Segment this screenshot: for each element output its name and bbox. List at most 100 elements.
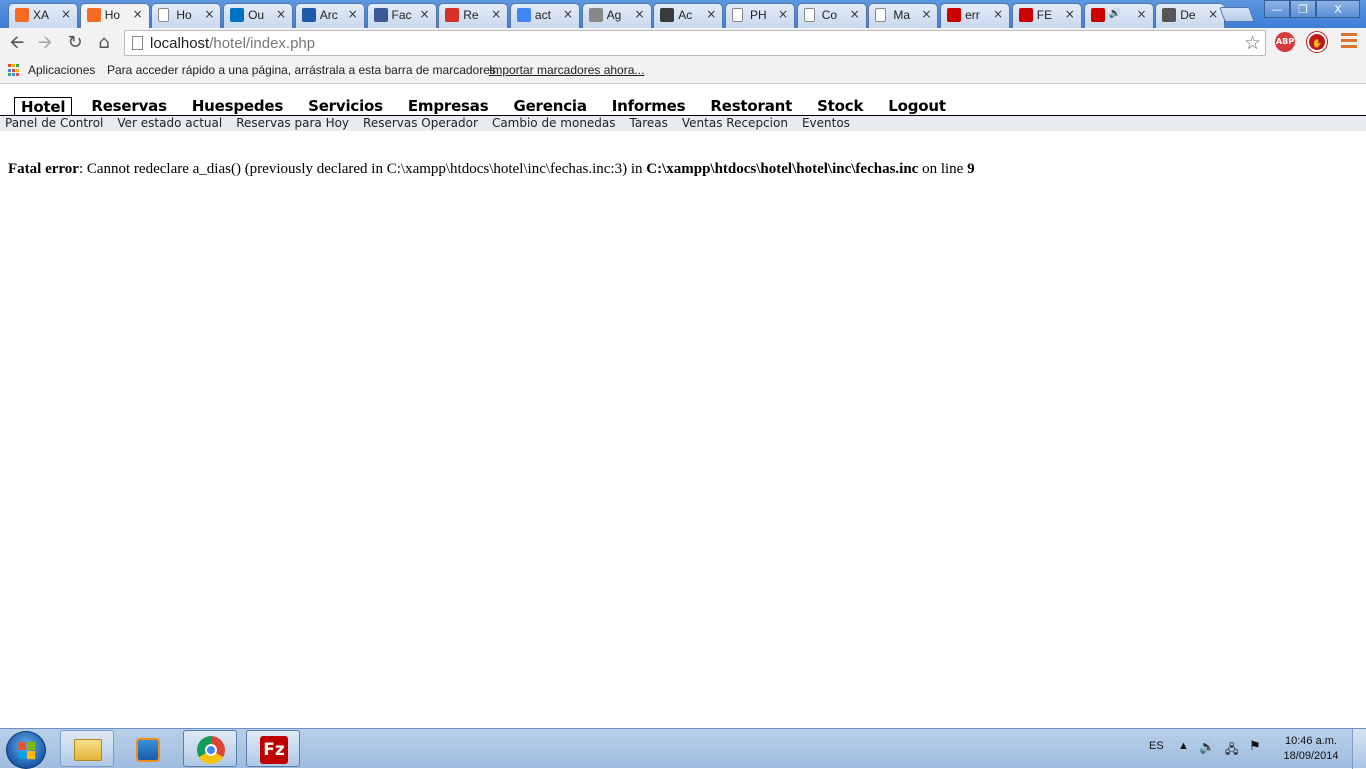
google-icon xyxy=(516,8,531,22)
tab-close-icon[interactable]: × xyxy=(563,7,573,21)
nav-item-logout[interactable]: Logout xyxy=(882,97,952,116)
chrome-menu-icon[interactable] xyxy=(1341,33,1357,51)
browser-tab[interactable]: Ag × xyxy=(581,3,652,28)
tab-close-icon[interactable]: × xyxy=(61,7,71,21)
nav-item-hotel[interactable]: Hotel xyxy=(14,97,73,116)
subnav-item[interactable]: Reservas para Hoy xyxy=(236,116,349,131)
nav-item-stock[interactable]: Stock xyxy=(811,97,869,116)
browser-tab[interactable]: act × xyxy=(509,3,580,28)
taskbar-filezilla[interactable]: Fz xyxy=(246,730,300,767)
nav-item-gerencia[interactable]: Gerencia xyxy=(507,97,592,116)
subnav-item[interactable]: Cambio de monedas xyxy=(492,116,616,131)
system-clock[interactable]: 10:46 a.m. 18/09/2014 xyxy=(1278,734,1344,764)
taskbar-chrome[interactable] xyxy=(183,730,237,767)
subnav-item[interactable]: Ver estado actual xyxy=(117,116,222,131)
browser-tab[interactable]: Arc × xyxy=(294,3,365,28)
nav-item-empresas[interactable]: Empresas xyxy=(402,97,495,116)
tab-close-icon[interactable]: × xyxy=(133,7,143,21)
main-nav: Hotel Reservas Huespedes Servicios Empresas G… xyxy=(14,97,965,116)
volume-icon[interactable]: 🔊 xyxy=(1199,739,1215,755)
tab-title: Arc xyxy=(319,8,338,22)
youtube-icon xyxy=(947,8,962,22)
browser-tab[interactable]: Ou × xyxy=(223,3,294,28)
outlook-icon xyxy=(230,8,245,22)
network-icon[interactable]: 🖧 xyxy=(1225,740,1238,761)
subnav-item[interactable]: Eventos xyxy=(802,116,850,131)
minimize-button[interactable]: — xyxy=(1264,0,1290,18)
tab-close-icon[interactable]: × xyxy=(276,7,286,21)
maximize-button[interactable]: ❐ xyxy=(1290,0,1316,18)
start-button[interactable] xyxy=(6,731,46,769)
tab-close-icon[interactable]: × xyxy=(204,7,214,21)
gmail-icon xyxy=(445,8,460,22)
browser-tab[interactable]: Ho × xyxy=(79,3,150,29)
tab-close-icon[interactable]: × xyxy=(348,7,358,21)
browser-tab[interactable]: Ma × xyxy=(868,3,939,28)
explorer-icon xyxy=(74,739,102,761)
browser-tab[interactable]: De × xyxy=(1155,3,1226,28)
nav-item-servicios[interactable]: Servicios xyxy=(302,97,389,116)
tab-title: act xyxy=(534,8,551,22)
import-bookmarks-link[interactable]: Importar marcadores ahora... xyxy=(489,63,644,77)
media-player-icon xyxy=(136,738,160,762)
filezilla-icon: Fz xyxy=(260,736,288,764)
stop-extension-icon[interactable]: ✋ xyxy=(1307,32,1327,52)
show-hidden-icons-icon[interactable]: ▲ xyxy=(1178,740,1189,752)
browser-tab[interactable]: err × xyxy=(940,3,1011,28)
subnav-item[interactable]: Reservas Operador xyxy=(363,116,478,131)
reload-icon[interactable]: ↻ xyxy=(64,32,86,54)
show-desktop-button[interactable] xyxy=(1352,729,1366,769)
forward-icon[interactable]: 🡪 xyxy=(34,32,56,54)
tab-close-icon[interactable]: × xyxy=(778,7,788,21)
bookmark-star-icon[interactable]: ☆ xyxy=(1244,32,1261,54)
tab-close-icon[interactable]: × xyxy=(1136,7,1146,21)
browser-toolbar: 🡨 🡪 ↻ ⌂ localhost/hotel/index.php ☆ ABP … xyxy=(0,28,1366,58)
tab-close-icon[interactable]: × xyxy=(635,7,645,21)
tab-close-icon[interactable]: × xyxy=(850,7,860,21)
error-line-prefix: on line xyxy=(918,161,968,177)
adblock-plus-icon[interactable]: ABP xyxy=(1275,32,1295,52)
back-icon[interactable]: 🡨 xyxy=(6,32,28,54)
home-icon[interactable]: ⌂ xyxy=(93,32,115,54)
tab-close-icon[interactable]: × xyxy=(1065,7,1075,21)
tab-close-icon[interactable]: × xyxy=(419,7,429,21)
tab-close-icon[interactable]: × xyxy=(921,7,931,21)
browser-tab[interactable]: PH × xyxy=(725,3,795,28)
tab-close-icon[interactable]: × xyxy=(706,7,716,21)
page-icon xyxy=(132,36,143,50)
error-line-number: 9 xyxy=(967,161,975,177)
tab-close-icon[interactable]: × xyxy=(993,7,1003,21)
browser-tab[interactable]: 🔊 × xyxy=(1083,3,1154,28)
nav-item-informes[interactable]: Informes xyxy=(606,97,692,116)
onedrive-icon xyxy=(301,8,316,22)
tab-title: Ma xyxy=(893,8,911,22)
subnav-item[interactable]: Ventas Recepcion xyxy=(682,116,788,131)
browser-tab[interactable]: FE × xyxy=(1011,3,1082,28)
browser-tab[interactable]: Re × xyxy=(438,3,509,28)
address-bar[interactable]: localhost/hotel/index.php ☆ xyxy=(124,30,1266,56)
browser-tab[interactable]: Ac × xyxy=(653,3,724,28)
apps-link[interactable]: Aplicaciones xyxy=(28,63,95,77)
youtube-icon xyxy=(1018,8,1033,22)
browser-tab[interactable]: XA × xyxy=(8,3,78,28)
close-window-button[interactable]: X xyxy=(1316,0,1360,18)
apps-icon[interactable] xyxy=(8,64,21,77)
action-center-flag-icon[interactable]: ⚑ xyxy=(1249,738,1261,754)
nav-item-huespedes[interactable]: Huespedes xyxy=(186,97,289,116)
browser-tab-strip: XA × Ho × Ho × Ou × Arc × Fac × Re × act × Ag × Ac × PH × Co × M… xyxy=(0,0,1366,29)
nav-item-restorant[interactable]: Restorant xyxy=(704,97,798,116)
subnav-item[interactable]: Tareas xyxy=(630,116,668,131)
browser-tab[interactable]: Fac × xyxy=(366,3,437,28)
taskbar-explorer[interactable] xyxy=(60,730,114,767)
browser-tab[interactable]: Ho × xyxy=(151,3,222,28)
url-text[interactable]: localhost/hotel/index.php xyxy=(150,35,315,52)
tab-close-icon[interactable]: × xyxy=(1208,7,1218,21)
taskbar-media-player[interactable] xyxy=(120,730,174,767)
browser-tab[interactable]: Co × xyxy=(796,3,867,28)
nav-item-reservas[interactable]: Reservas xyxy=(85,97,172,116)
new-tab-button[interactable] xyxy=(1219,7,1255,22)
language-indicator[interactable]: ES xyxy=(1149,740,1164,752)
subnav-item[interactable]: Panel de Control xyxy=(5,116,103,131)
page-icon xyxy=(803,8,815,22)
tab-close-icon[interactable]: × xyxy=(491,7,501,21)
